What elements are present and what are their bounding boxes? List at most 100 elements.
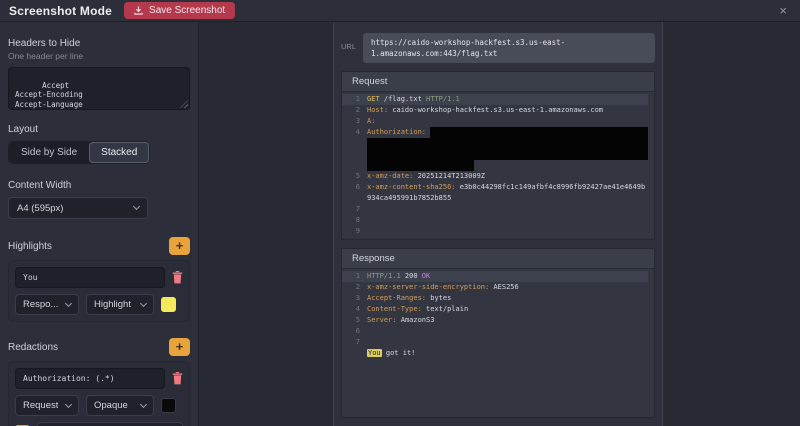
chevron-down-icon [140,400,147,407]
content-width-select[interactable]: A4 (595px) [8,197,148,219]
code-token: Content-Type: [367,305,422,313]
highlight-style-value: Highlight [94,299,131,310]
redaction-style-select[interactable]: Opaque [86,395,154,416]
redaction-scope-value: Request [23,400,58,411]
chevron-down-icon [65,400,72,407]
response-panel: Response 1 HTTP/1.1 200 OK 2 x-amz-server-s… [341,248,655,418]
code-line: 6 x-amz-content-sha256: e3b0c44298fc1c149… [342,182,648,204]
code-content [367,215,648,226]
request-panel-title: Request [342,72,654,92]
code-token: 200 [401,272,422,280]
code-content [367,160,648,171]
highlight-color-swatch[interactable] [161,297,176,312]
code-content [367,204,648,215]
line-number: 1 [346,94,360,105]
code-line: 5 Server: AmazonS3 [342,315,648,326]
line-number: 1 [346,271,360,282]
content-width-label: Content Width [8,180,190,191]
chevron-down-icon [65,299,72,306]
response-editor[interactable]: 1 HTTP/1.1 200 OK 2 x-amz-server-side-encry… [342,269,654,417]
code-content: x-amz-date: 20251214T213009Z [367,171,648,182]
code-content: Authorization: [367,127,648,138]
code-content [367,326,648,337]
line-number: 4 [346,304,360,315]
highlight-scope-value: Respo... [23,299,58,310]
code-content: x-amz-content-sha256: e3b0c44298fc1c149a… [367,182,648,204]
download-icon [134,6,143,15]
trash-icon [172,372,183,385]
add-redaction-button[interactable]: + [169,338,190,356]
redaction-pattern-input[interactable]: Authorization: (.*) [15,368,165,389]
code-token: AmazonS3 [397,316,435,324]
headers-to-hide-textarea[interactable]: Accept Accept-Encoding Accept-Language C… [8,67,190,110]
code-token: x-amz-date: [367,172,413,180]
response-panel-title: Response [342,249,654,269]
code-content [367,138,648,149]
save-screenshot-button[interactable]: Save Screenshot [124,2,235,19]
line-number: 2 [346,282,360,293]
url-label: URL [341,42,357,51]
line-number: 6 [346,182,360,193]
code-line: 1GET /flag.txt HTTP/1.1 [342,94,648,105]
code-token: Authorization: [367,127,426,138]
close-icon[interactable]: × [775,4,791,17]
code-line: 7 [342,337,648,348]
url-row: URL https://caido-workshop-hackfest.s3.u… [341,33,655,63]
line-number: 2 [346,105,360,116]
code-token: You [367,349,382,357]
code-content: Server: AmazonS3 [367,315,648,326]
highlight-pattern-input[interactable]: You [15,267,165,288]
code-token: AES256 [489,283,519,291]
content-width-value: A4 (595px) [17,203,63,214]
layout-option-side-by-side[interactable]: Side by Side [9,142,89,163]
code-line [342,138,648,149]
code-token: Host: [367,106,388,114]
code-line [342,149,648,160]
code-line: 3A: [342,116,648,127]
code-content: Accept-Ranges: bytes [367,293,648,304]
code-token: 20251214T213009Z [413,172,485,180]
code-content: You got it! [367,348,648,359]
code-token: Accept-Ranges: [367,294,426,302]
line-number: 8 [346,215,360,226]
delete-highlight-button[interactable] [172,271,183,284]
code-content: A: [367,116,648,127]
redactions-header: Redactions + [8,338,190,356]
url-input[interactable]: https://caido-workshop-hackfest.s3.us-ea… [363,33,655,63]
code-content: Content-Type: text/plain [367,304,648,315]
code-token: HTTP/1.1 [367,272,401,280]
delete-redaction-button[interactable] [172,372,183,385]
highlight-style-select[interactable]: Highlight [86,294,154,315]
code-token: bytes [426,294,451,302]
code-content [367,149,648,160]
request-editor[interactable]: 1GET /flag.txt HTTP/1.12Host: caido-work… [342,92,654,239]
code-content [367,226,648,237]
redaction-scope-select[interactable]: Request [15,395,79,416]
save-screenshot-label: Save Screenshot [149,5,225,16]
line-number: 5 [346,171,360,182]
headers-to-hide-value: Accept Accept-Encoding Accept-Language C… [15,81,83,111]
add-highlight-button[interactable]: + [169,237,190,255]
line-number: 4 [346,127,360,138]
code-line: 4 Authorization: [342,127,648,138]
redaction-color-swatch[interactable] [161,398,176,413]
line-number: 5 [346,315,360,326]
code-line: You got it! [342,348,648,359]
topbar: Screenshot Mode Save Screenshot × [0,0,800,22]
code-token: HTTP/1.1 [426,95,460,103]
resize-grip-icon[interactable] [180,100,188,108]
code-line: 7 [342,204,648,215]
code-line: 5 x-amz-date: 20251214T213009Z [342,171,648,182]
code-line: 4 Content-Type: text/plain [342,304,648,315]
layout-option-stacked[interactable]: Stacked [89,142,149,163]
code-token: x-amz-content-sha256: [367,183,456,191]
code-line: 2Host: caido-workshop-hackfest.s3.us-eas… [342,105,648,116]
request-panel: Request 1GET /flag.txt HTTP/1.12Host: ca… [341,71,655,240]
code-content: x-amz-server-side-encryption: AES256 [367,282,648,293]
code-token: Server: [367,316,397,324]
code-line: 9 [342,226,648,237]
layout-label: Layout [8,124,190,135]
code-content: HTTP/1.1 200 OK [367,271,648,282]
highlight-scope-select[interactable]: Respo... [15,294,79,315]
redaction-group-select[interactable]: Group 1 [37,422,183,426]
